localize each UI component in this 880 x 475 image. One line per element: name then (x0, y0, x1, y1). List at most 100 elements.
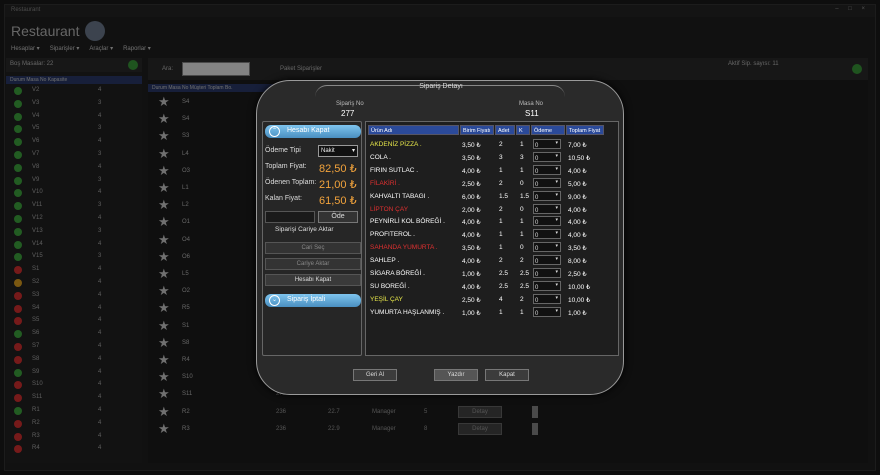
geri-al-button[interactable]: Geri Al (353, 369, 397, 381)
item-payment-value: 0 (535, 259, 539, 266)
item-k: 1.5 (520, 192, 530, 200)
masa-no-value: S11 (525, 109, 539, 118)
item-payment-select[interactable]: 0 ▾ (533, 203, 561, 214)
item-payment-select[interactable]: 0 ▾ (533, 164, 561, 175)
yazdir-button[interactable]: Yazdır (434, 369, 478, 381)
item-qty: 2 (499, 179, 503, 187)
item-payment-value: 0 (535, 310, 539, 317)
order-item-row[interactable]: FIRIN SUTLAC . 4,00 ₺ 1 1 0 ▾ 4,00 ₺ (368, 164, 616, 177)
payment-amount-input[interactable] (265, 211, 315, 223)
item-total: 5,00 ₺ (568, 180, 587, 188)
item-payment-value: 0 (535, 181, 539, 188)
item-payment-select[interactable]: 0 ▾ (533, 306, 561, 317)
expand-down-icon: ⌄ (269, 295, 280, 306)
item-k: 3 (520, 153, 524, 161)
item-qty: 1 (499, 308, 503, 316)
ode-button[interactable]: Öde (318, 211, 358, 223)
item-k: 1 (520, 218, 524, 226)
item-qty: 1 (499, 166, 503, 174)
order-item-row[interactable]: FİLAKİRİ . 2,50 ₺ 2 0 0 ▾ 5,00 ₺ (368, 177, 616, 190)
kalan-value: 61,50 ₺ (319, 195, 357, 207)
order-item-row[interactable]: COLA . 3,50 ₺ 3 3 0 ▾ 10,50 ₺ (368, 151, 616, 164)
toplam-value: 82,50 ₺ (319, 163, 357, 175)
kapat-button[interactable]: Kapat (485, 369, 529, 381)
col-odeme: Ödeme (531, 125, 565, 135)
order-item-row[interactable]: SİGARA BÖREĞİ . 1,00 ₺ 2.5 2.5 0 ▾ 2,50 ₺ (368, 267, 616, 280)
item-total: 4,00 ₺ (568, 167, 587, 175)
siparis-iptal-label: Sipariş İptali (287, 296, 326, 303)
item-qty: 1 (499, 244, 503, 252)
item-price: 6,00 ₺ (462, 193, 481, 201)
item-payment-value: 0 (535, 246, 539, 253)
col-adet: Adet (495, 125, 515, 135)
cari-checkbox[interactable]: Siparişi Cariye Aktar (267, 226, 334, 233)
item-qty: 2 (499, 141, 503, 148)
collapse-up-icon: ⌃ (269, 126, 280, 137)
order-item-row[interactable]: LİPTON ÇAY 2,00 ₺ 2 0 0 ▾ 4,00 ₺ (368, 203, 616, 216)
item-payment-select[interactable]: 0 ▾ (533, 280, 561, 291)
item-payment-value: 0 (535, 143, 539, 149)
item-payment-select[interactable]: 0 ▾ (533, 190, 561, 201)
item-payment-select[interactable]: 0 ▾ (533, 293, 561, 304)
item-price: 4,00 ₺ (462, 283, 481, 291)
item-payment-select[interactable]: 0 ▾ (533, 139, 561, 149)
chevron-down-icon: ▾ (555, 178, 558, 185)
payment-panel: ⌃ Hesabı Kapat Ödeme Tipi Nakit ▾ Toplam… (262, 121, 362, 356)
item-k: 2.5 (520, 282, 530, 290)
col-birim-fiyat: Birim Fiyatı (460, 125, 494, 135)
cari-sec-button[interactable]: Cari Seç (265, 242, 361, 254)
item-payment-value: 0 (535, 155, 539, 162)
item-price: 3,50 ₺ (462, 142, 481, 149)
order-item-row[interactable]: KAHVALTI TABAGI . 6,00 ₺ 1.5 1.5 0 ▾ 9,00 ₺ (368, 190, 616, 203)
item-payment-select[interactable]: 0 ▾ (533, 229, 561, 240)
masa-no-label: Masa No (519, 101, 544, 107)
order-item-row[interactable]: SU BOREĞİ . 4,00 ₺ 2.5 2.5 0 ▾ 10,00 ₺ (368, 280, 616, 293)
item-qty: 4 (499, 295, 503, 303)
item-price: 4,00 ₺ (462, 232, 481, 240)
order-item-row[interactable]: PEYNİRLİ KOL BÖREĞİ . 4,00 ₺ 1 1 0 ▾ 4,00 ₺ (368, 215, 616, 228)
item-total: 4,00 ₺ (568, 206, 587, 214)
item-qty: 3 (499, 153, 503, 161)
item-total: 4,00 ₺ (568, 232, 587, 240)
item-payment-select[interactable]: 0 ▾ (533, 268, 561, 278)
cariye-aktar-button[interactable]: Cariye Aktar (265, 258, 361, 270)
chevron-down-icon: ▾ (555, 230, 558, 237)
odeme-tipi-label: Ödeme Tipi (265, 147, 301, 154)
item-qty: 1 (499, 218, 503, 226)
item-k: 0 (520, 179, 524, 187)
item-payment-select[interactable]: 0 ▾ (533, 255, 561, 266)
odenen-value: 21,00 ₺ (319, 179, 357, 191)
item-payment-select[interactable]: 0 ▾ (533, 151, 561, 162)
item-payment-select[interactable]: 0 ▾ (533, 216, 561, 227)
item-k: 2 (520, 257, 524, 265)
order-item-row[interactable]: YEŞİL ÇAY 2,50 ₺ 4 2 0 ▾ 10,00 ₺ (368, 293, 616, 306)
item-price: 4,00 ₺ (462, 258, 481, 266)
hesabi-kapat-button[interactable]: Hesabı Kapat (265, 274, 361, 286)
item-name: YUMURTA HAŞLANMIŞ . (370, 308, 445, 316)
col-k: K (516, 125, 530, 135)
hesabi-kapat-header[interactable]: ⌃ Hesabı Kapat (265, 125, 361, 138)
order-item-row[interactable]: AKDENİZ PİZZA . 3,50 ₺ 2 1 0 ▾ 7,00 ₺ (368, 138, 616, 151)
item-qty: 1 (499, 231, 503, 239)
siparis-iptal-header[interactable]: ⌄ Sipariş İptali (265, 294, 361, 307)
item-price: 3,50 ₺ (462, 245, 481, 253)
item-qty: 2.5 (499, 270, 509, 277)
item-total: 4,00 ₺ (568, 219, 587, 227)
item-total: 7,00 ₺ (568, 142, 587, 149)
order-item-row[interactable]: SAHANDA YUMURTA . 3,50 ₺ 1 0 0 ▾ 3,50 ₺ (368, 241, 616, 254)
chevron-down-icon: ▾ (555, 165, 558, 172)
item-payment-select[interactable]: 0 ▾ (533, 242, 561, 253)
odeme-tipi-select[interactable]: Nakit ▾ (318, 145, 358, 157)
item-payment-value: 0 (535, 207, 539, 214)
item-name: FİLAKİRİ . (370, 179, 400, 187)
item-name: AKDENİZ PİZZA . (370, 141, 422, 148)
order-item-row[interactable]: PROFITEROL . 4,00 ₺ 1 1 0 ▾ 4,00 ₺ (368, 228, 616, 241)
item-k: 1 (520, 231, 524, 239)
hesabi-kapat-header-label: Hesabı Kapat (287, 127, 330, 134)
order-item-row[interactable]: YUMURTA HAŞLANMIŞ . 1,00 ₺ 1 1 0 ▾ 1,00 ₺ (368, 306, 616, 319)
item-total: 10,00 ₺ (568, 283, 591, 291)
item-payment-value: 0 (535, 220, 539, 227)
col-toplam: Toplam Fiyat (566, 125, 604, 135)
order-item-row[interactable]: SAHLEP . 4,00 ₺ 2 2 0 ▾ 8,00 ₺ (368, 254, 616, 267)
item-payment-select[interactable]: 0 ▾ (533, 177, 561, 188)
